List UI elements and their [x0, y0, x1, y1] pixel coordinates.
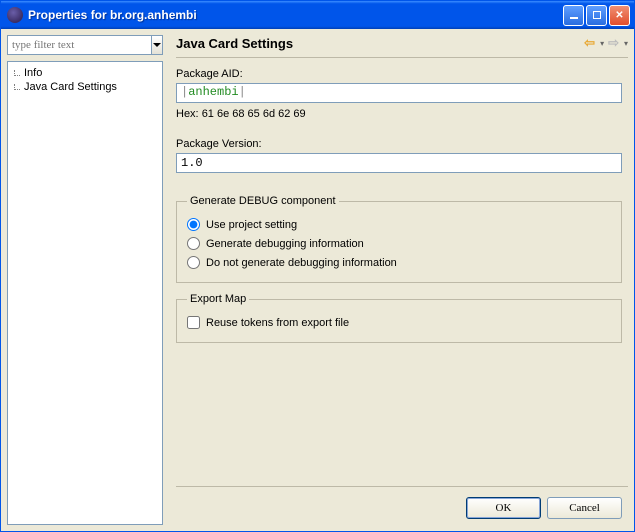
export-map-title: Export Map — [187, 293, 249, 305]
cancel-button[interactable]: Cancel — [547, 497, 622, 519]
eclipse-icon — [7, 7, 23, 23]
package-aid-label: Package AID: — [176, 68, 622, 80]
package-version-field[interactable] — [176, 153, 622, 173]
package-version-label: Package Version: — [176, 138, 622, 150]
sidebar: Info Java Card Settings — [7, 35, 163, 525]
chevron-down-icon — [153, 43, 161, 47]
filter-input[interactable] — [7, 35, 152, 55]
radio-do-not-generate[interactable] — [187, 256, 200, 269]
radio-generate[interactable] — [187, 237, 200, 250]
close-button[interactable]: ✕ — [609, 5, 630, 26]
button-bar: OK Cancel — [176, 486, 628, 525]
debug-option-generate[interactable]: Generate debugging information — [187, 234, 611, 253]
export-map-group: Export Map Reuse tokens from export file — [176, 293, 622, 343]
page-title: Java Card Settings — [176, 36, 582, 51]
titlebar[interactable]: Properties for br.org.anhembi ✕ — [1, 1, 634, 29]
nav-tree: Info Java Card Settings — [7, 61, 163, 525]
debug-group-title: Generate DEBUG component — [187, 195, 339, 207]
forward-history-dropdown: ▾ — [624, 39, 628, 48]
filter-dropdown-button[interactable] — [152, 35, 163, 55]
debug-option-use-project[interactable]: Use project setting — [187, 215, 611, 234]
tree-item-java-card-settings[interactable]: Java Card Settings — [10, 80, 160, 94]
radio-use-project[interactable] — [187, 218, 200, 231]
forward-arrow-icon: ⇨ — [606, 35, 621, 51]
reuse-tokens-row[interactable]: Reuse tokens from export file — [187, 313, 611, 332]
debug-group: Generate DEBUG component Use project set… — [176, 195, 622, 283]
properties-window: Properties for br.org.anhembi ✕ Info Jav… — [0, 0, 635, 532]
package-aid-field[interactable]: |anhembi| — [176, 83, 622, 103]
hex-display: Hex: 61 6e 68 65 6d 62 69 — [176, 108, 622, 120]
back-arrow-icon[interactable]: ⇦ — [582, 35, 597, 51]
window-title: Properties for br.org.anhembi — [28, 8, 563, 22]
tree-item-info[interactable]: Info — [10, 66, 160, 80]
ok-button[interactable]: OK — [466, 497, 541, 519]
main-panel: Java Card Settings ⇦▾ ⇨▾ Package AID: |a… — [166, 35, 628, 525]
debug-option-do-not-generate[interactable]: Do not generate debugging information — [187, 253, 611, 272]
minimize-button[interactable] — [563, 5, 584, 26]
maximize-button[interactable] — [586, 5, 607, 26]
back-history-dropdown[interactable]: ▾ — [600, 39, 604, 48]
reuse-tokens-checkbox[interactable] — [187, 316, 200, 329]
